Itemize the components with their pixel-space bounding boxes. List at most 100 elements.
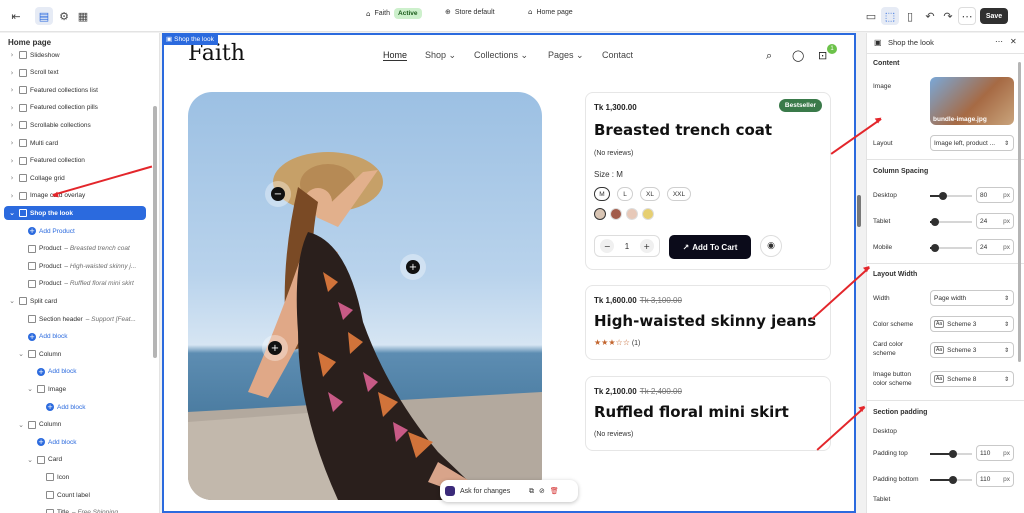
- block-item[interactable]: Product – High-waisted skinny j...: [4, 259, 146, 273]
- add-block-button[interactable]: + Add block: [4, 435, 146, 449]
- section-item[interactable]: ⌄ Split card: [4, 294, 146, 308]
- block-item[interactable]: ⌄ Column: [4, 347, 146, 361]
- account-icon[interactable]: ◯: [792, 49, 804, 62]
- range-slider[interactable]: [930, 218, 972, 226]
- apps-icon[interactable]: ▦: [74, 7, 92, 25]
- color-swatch[interactable]: [594, 208, 606, 220]
- size-option[interactable]: M: [594, 187, 610, 201]
- more-icon[interactable]: ⋯: [995, 37, 1003, 46]
- range-slider[interactable]: [930, 244, 972, 252]
- product-title[interactable]: Breasted trench coat: [594, 121, 772, 139]
- section-item[interactable]: › Featured collection pills: [4, 101, 146, 115]
- block-item[interactable]: Title – Free Shipping: [4, 506, 146, 513]
- range-slider[interactable]: [930, 476, 972, 484]
- number-input[interactable]: 24 px: [976, 239, 1014, 255]
- section-item[interactable]: ⌄ Shop the look: [4, 206, 146, 221]
- gear-icon[interactable]: ⚙: [55, 7, 73, 25]
- delete-icon[interactable]: 🗑: [550, 487, 559, 495]
- nav-home[interactable]: Home: [383, 50, 408, 61]
- color-scheme-select[interactable]: Aa Scheme 3 ⇕: [930, 316, 1014, 332]
- nav-shop[interactable]: Shop ⌄: [425, 50, 456, 61]
- canvas-scrollbar[interactable]: [857, 195, 861, 227]
- hotspot-plus[interactable]: +: [406, 260, 420, 274]
- chevron-right-icon[interactable]: ›: [8, 157, 16, 165]
- chevron-right-icon[interactable]: ›: [8, 86, 16, 94]
- chevron-down-icon[interactable]: ⌄: [8, 297, 16, 305]
- ask-input[interactable]: Ask for changes: [460, 488, 524, 495]
- theme-selector[interactable]: ⌂ Faith Active: [366, 8, 422, 19]
- slider-knob[interactable]: [949, 450, 958, 458]
- chevron-down-icon[interactable]: ⌄: [26, 385, 34, 393]
- width-select[interactable]: Page width ⇕: [930, 290, 1014, 306]
- range-slider[interactable]: [930, 450, 972, 458]
- chevron-right-icon[interactable]: ›: [8, 139, 16, 147]
- desktop-view-icon[interactable]: ▭: [862, 7, 880, 25]
- block-item[interactable]: ⌄ Column: [4, 418, 146, 432]
- section-item[interactable]: › Scroll text: [4, 66, 146, 80]
- hide-icon[interactable]: ⊘: [539, 487, 545, 495]
- nav-contact[interactable]: Contact: [602, 50, 633, 60]
- add-to-cart-button[interactable]: ↗ Add To Cart: [669, 235, 751, 259]
- mobile-view-icon[interactable]: ▯: [901, 7, 919, 25]
- size-option[interactable]: L: [617, 187, 633, 201]
- block-item[interactable]: Section header – Support [Feat...: [4, 312, 146, 326]
- color-swatch[interactable]: [626, 208, 638, 220]
- block-item[interactable]: Product – Breasted trench coat: [4, 242, 146, 256]
- size-option[interactable]: XL: [640, 187, 660, 201]
- chevron-right-icon[interactable]: ›: [8, 121, 16, 129]
- block-item[interactable]: ⌄ Image: [4, 382, 146, 396]
- nav-pages[interactable]: Pages ⌄: [548, 50, 584, 61]
- chevron-down-icon[interactable]: ⌄: [17, 350, 25, 358]
- chevron-right-icon[interactable]: ›: [8, 69, 16, 77]
- section-tag[interactable]: ▣ Shop the look: [162, 33, 218, 45]
- add-block-button[interactable]: + Add block: [4, 365, 146, 379]
- number-input[interactable]: 110 px: [976, 445, 1014, 461]
- quantity-value[interactable]: 1: [625, 242, 629, 251]
- card-color-select[interactable]: Aa Scheme 3 ⇕: [930, 342, 1014, 358]
- section-item[interactable]: ›Image card overlay: [4, 189, 146, 203]
- color-swatch[interactable]: [610, 208, 622, 220]
- chevron-down-icon[interactable]: ⌄: [26, 456, 34, 464]
- color-swatch[interactable]: [642, 208, 654, 220]
- slider-knob[interactable]: [931, 244, 940, 252]
- redo-icon[interactable]: ↷: [939, 7, 957, 25]
- minus-icon[interactable]: −: [600, 239, 615, 253]
- sections-icon[interactable]: ▤: [35, 7, 53, 25]
- undo-icon[interactable]: ↶: [921, 7, 939, 25]
- number-input[interactable]: 110 px: [976, 471, 1014, 487]
- section-item[interactable]: › Featured collections list: [4, 83, 146, 97]
- hotspot-plus[interactable]: +: [268, 341, 282, 355]
- section-item[interactable]: › Scrollable collections: [4, 118, 146, 132]
- layout-select[interactable]: Image left, product ... ⇕: [930, 135, 1014, 151]
- chevron-down-icon[interactable]: ⌄: [17, 421, 25, 429]
- number-input[interactable]: 24 px: [976, 213, 1014, 229]
- slider-knob[interactable]: [938, 192, 947, 200]
- exit-icon[interactable]: ⇤: [7, 7, 25, 25]
- cart-icon[interactable]: ⊡: [818, 49, 827, 62]
- nav-collections[interactable]: Collections ⌄: [474, 50, 528, 61]
- add-block-button[interactable]: + Add block: [4, 330, 146, 344]
- block-item[interactable]: Icon: [4, 470, 146, 484]
- button-color-select[interactable]: Aa Scheme 8 ⇕: [930, 371, 1014, 387]
- block-item[interactable]: ⌄ Card: [4, 453, 146, 467]
- settings-scrollbar[interactable]: [1018, 62, 1021, 362]
- range-slider[interactable]: [930, 192, 972, 200]
- section-item[interactable]: › Featured collection: [4, 154, 146, 168]
- add-block-button[interactable]: + Add Product: [4, 224, 146, 238]
- slider-knob[interactable]: [931, 218, 940, 226]
- inspector-icon[interactable]: ⬚: [881, 7, 899, 25]
- more-icon[interactable]: ⋯: [958, 7, 976, 25]
- chevron-right-icon[interactable]: ›: [8, 104, 16, 112]
- number-input[interactable]: 80 px: [976, 187, 1014, 203]
- store-selector[interactable]: ⊕ Store default: [445, 8, 495, 16]
- block-item[interactable]: Count label: [4, 488, 146, 502]
- product-title[interactable]: Ruffled floral mini skirt: [594, 403, 789, 421]
- save-button[interactable]: Save: [980, 8, 1008, 24]
- chevron-right-icon[interactable]: ›: [8, 51, 16, 59]
- close-icon[interactable]: ✕: [1010, 37, 1017, 46]
- product-title[interactable]: High-waisted skinny jeans: [594, 312, 816, 330]
- duplicate-icon[interactable]: ⧉: [529, 487, 534, 496]
- quick-view-icon[interactable]: ◉: [760, 235, 782, 257]
- slider-knob[interactable]: [949, 476, 958, 484]
- size-option[interactable]: XXL: [667, 187, 691, 201]
